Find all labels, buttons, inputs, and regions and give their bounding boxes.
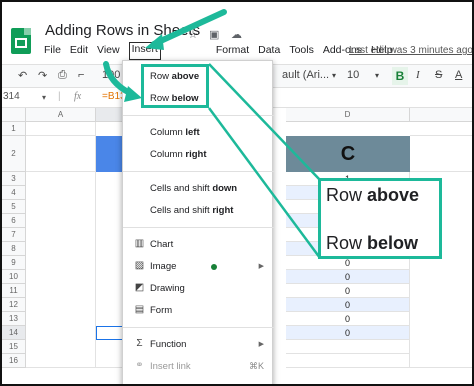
font-family-select[interactable]: ault (Ari... (282, 69, 329, 81)
row-header[interactable]: 16 (2, 354, 26, 368)
form-icon: ▤ (134, 304, 145, 315)
chevron-down-icon[interactable]: ▾ (42, 93, 46, 102)
menu-divider (123, 115, 274, 116)
callout-row-above: Row above (326, 185, 420, 205)
menu-cells-shift-down[interactable]: Cells and shift down (123, 179, 274, 199)
menu-drawing[interactable]: ◩ Drawing (123, 279, 274, 299)
chevron-down-icon[interactable]: ▾ (375, 71, 379, 80)
row-header[interactable]: 1 (2, 122, 26, 136)
menu-cells-shift-right[interactable]: Cells and shift right (123, 201, 274, 221)
menu-bar: File Edit View Insert Format Data Tools … (44, 42, 393, 60)
row-header[interactable]: 4 (2, 186, 26, 200)
selected-cell[interactable] (96, 326, 124, 340)
new-feature-dot-icon (211, 264, 217, 270)
menu-function[interactable]: Σ Function ▶ (123, 335, 274, 355)
row-header[interactable]: 3 (2, 172, 26, 186)
column-header-b[interactable] (96, 108, 124, 122)
zoom-select[interactable]: 100 (102, 69, 120, 81)
chart-icon: ▥ (134, 238, 145, 249)
document-title[interactable]: Adding Rows in Sheets (45, 22, 200, 39)
row-header[interactable]: 14 (2, 326, 26, 340)
italic-button[interactable]: I (416, 69, 420, 81)
strikethrough-button[interactable]: S (435, 69, 442, 81)
column-header-d[interactable]: D (286, 108, 410, 122)
title-bar: Adding Rows in Sheets ☆ ▣ ☁ File Edit Vi… (2, 2, 472, 64)
cell[interactable]: 0 (286, 312, 410, 326)
submenu-arrow-icon: ▶ (258, 263, 264, 270)
menu-chart[interactable]: ▥ Chart (123, 235, 274, 255)
menu-file[interactable]: File (44, 44, 61, 60)
row-header[interactable]: 9 (2, 256, 26, 270)
print-icon[interactable]: ⎙ (58, 69, 67, 82)
menu-data[interactable]: Data (258, 44, 280, 60)
callout-row-below: Row below (326, 233, 419, 253)
cell[interactable] (286, 340, 410, 354)
row-header[interactable]: 7 (2, 228, 26, 242)
menu-divider (123, 227, 274, 228)
menu-edit[interactable]: Edit (70, 44, 88, 60)
font-size-select[interactable]: 10 (347, 69, 359, 81)
cell[interactable] (26, 172, 96, 368)
menu-image[interactable]: ▨ Image ▶ (123, 257, 274, 277)
row-header[interactable]: 13 (2, 312, 26, 326)
move-to-folder-icon[interactable]: ▣ (209, 28, 219, 41)
sheets-logo-icon[interactable] (11, 28, 31, 54)
column-header-e[interactable] (410, 108, 472, 122)
cloud-saved-icon[interactable]: ☁ (231, 28, 242, 41)
cell[interactable]: 0 (286, 326, 410, 340)
menu-format[interactable]: Format (216, 44, 249, 60)
row-header[interactable]: 5 (2, 200, 26, 214)
redo-icon[interactable]: ↷ (38, 69, 47, 82)
menu-column-left[interactable]: Column left (123, 123, 274, 143)
cell[interactable]: 0 (286, 298, 410, 312)
link-icon: ⚭ (135, 360, 144, 371)
bold-button[interactable]: B (392, 67, 408, 85)
menu-insert[interactable]: Insert (128, 42, 161, 60)
image-icon: ▨ (134, 260, 145, 271)
header-cell-blue[interactable] (96, 136, 124, 172)
row-header[interactable]: 11 (2, 284, 26, 298)
drawing-icon: ◩ (134, 282, 145, 293)
menu-column-right[interactable]: Column right (123, 145, 274, 165)
cell[interactable]: 0 (286, 270, 410, 284)
insert-menu-dropdown: Row above Row below Column left Column r… (122, 60, 274, 384)
last-edit-link[interactable]: Last edit was 3 minutes ago (349, 45, 472, 56)
divider: | (58, 91, 61, 102)
row-header[interactable]: 8 (2, 242, 26, 256)
cell[interactable] (410, 136, 472, 172)
column-header-a[interactable]: A (26, 108, 96, 122)
select-all-corner[interactable] (2, 108, 26, 122)
shortcut-label: ⌘K (248, 361, 264, 371)
row-header[interactable]: 10 (2, 270, 26, 284)
text-color-button[interactable]: A (455, 69, 462, 81)
menu-divider (123, 327, 274, 328)
cell[interactable] (410, 122, 472, 136)
zoom-callout: Row above Row below (318, 178, 442, 259)
row-header[interactable]: 6 (2, 214, 26, 228)
cell[interactable] (286, 354, 410, 368)
menu-divider (123, 171, 274, 172)
name-box[interactable]: 314 (3, 91, 20, 102)
menu-form[interactable]: ▤ Form (123, 301, 274, 321)
function-icon: Σ (136, 338, 143, 349)
screenshot-frame: Adding Rows in Sheets ☆ ▣ ☁ File Edit Vi… (0, 0, 474, 386)
star-icon[interactable]: ☆ (188, 28, 198, 41)
menu-insert-link[interactable]: ⚭ Insert link ⌘K (123, 357, 274, 377)
cell[interactable] (26, 122, 96, 136)
submenu-arrow-icon: ▶ (258, 341, 264, 348)
highlight-box (141, 64, 209, 108)
cell[interactable] (26, 136, 96, 172)
fx-icon: fx (74, 91, 82, 102)
paint-format-icon[interactable]: ⌐ (78, 69, 84, 81)
column-c-header-cell[interactable]: C (286, 136, 410, 172)
chevron-down-icon[interactable]: ▾ (332, 71, 336, 80)
menu-tools[interactable]: Tools (289, 44, 314, 60)
menu-view[interactable]: View (97, 44, 120, 60)
row-header[interactable]: 2 (2, 136, 26, 172)
row-header[interactable]: 12 (2, 298, 26, 312)
undo-icon[interactable]: ↶ (18, 69, 27, 82)
cell[interactable]: 0 (286, 284, 410, 298)
row-header[interactable]: 15 (2, 340, 26, 354)
